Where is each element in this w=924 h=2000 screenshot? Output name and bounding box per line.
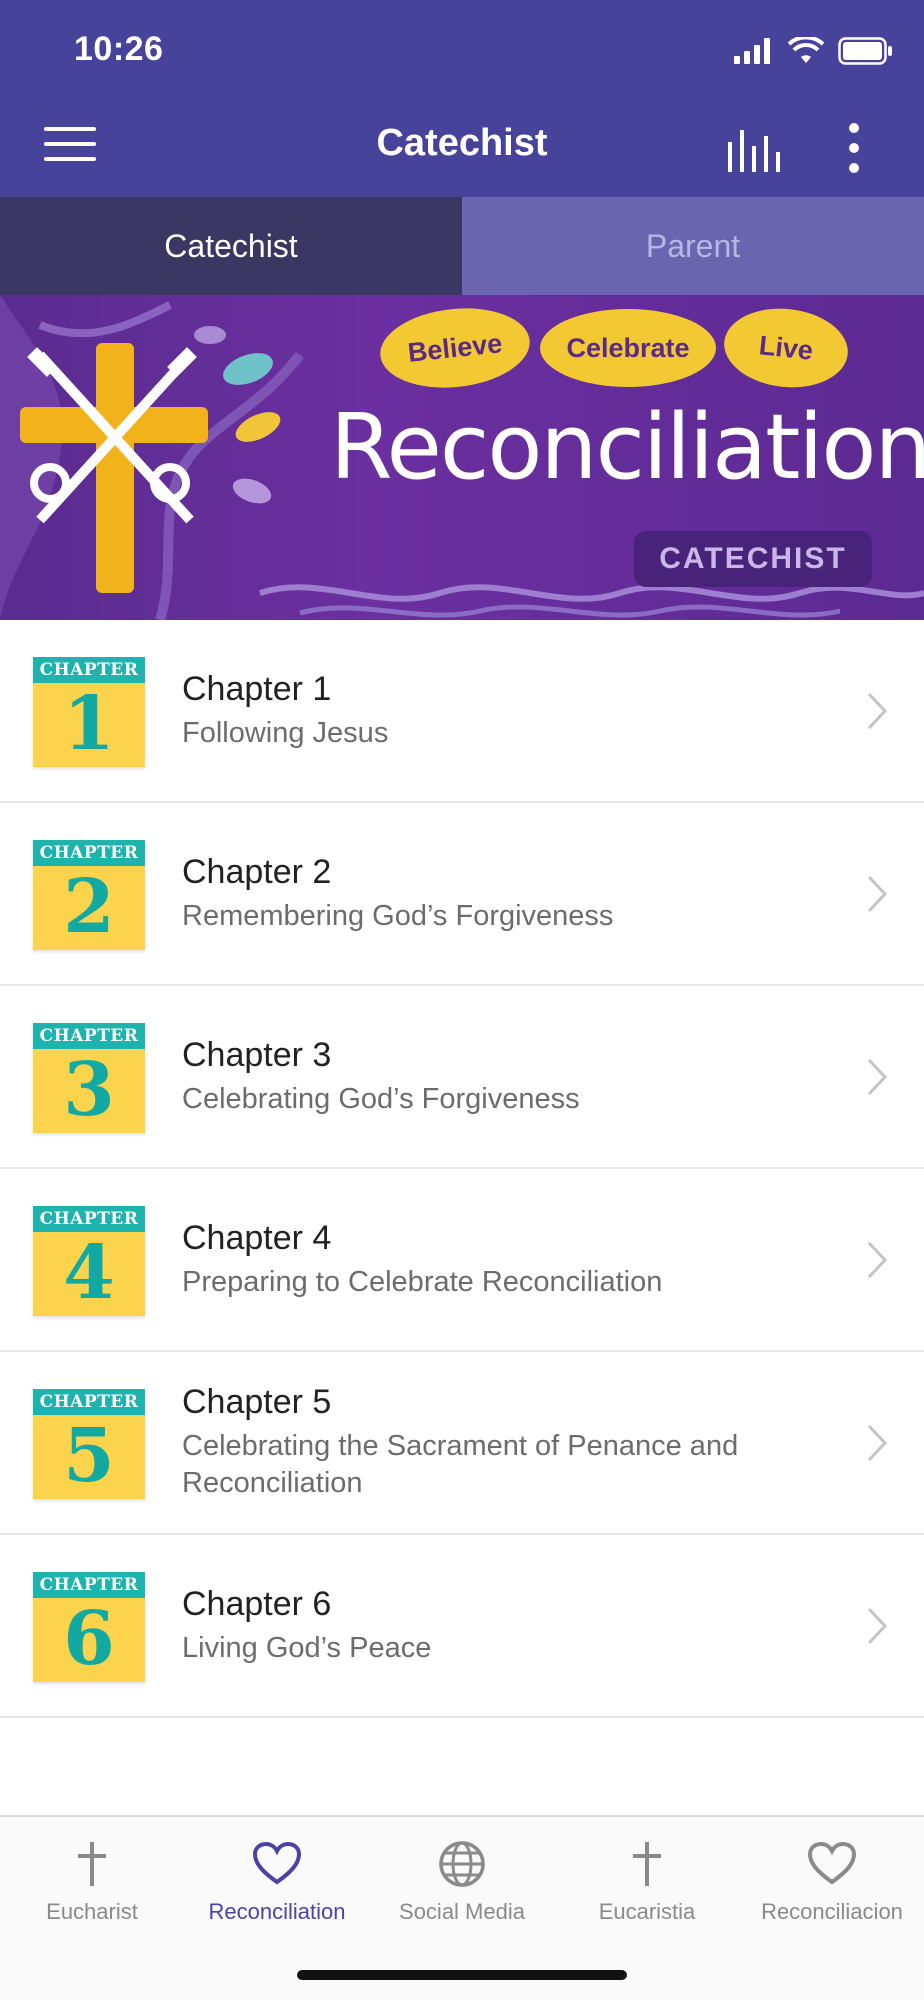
chevron-right-icon: [867, 875, 888, 912]
nav-label: Social Media: [399, 1899, 525, 1924]
nav-label: Eucaristia: [598, 1899, 696, 1924]
chapter-badge-label: CHAPTER: [33, 1389, 145, 1415]
cross-icon: [78, 1842, 106, 1886]
status-time: 10:26: [74, 30, 164, 68]
chevron-right-icon: [867, 1424, 888, 1461]
reconciliation-banner: Believe Celebrate Live Reconciliation CA…: [0, 295, 924, 620]
chapter-number: 5: [63, 1413, 115, 1499]
chevron-right-icon: [867, 1058, 888, 1095]
nav-eucharist[interactable]: Eucharist: [0, 1835, 184, 1925]
chapter-number: 4: [63, 1230, 115, 1316]
nav-eucaristia[interactable]: Eucaristia: [555, 1835, 739, 1925]
chapter-2-icon: CHAPTER 2: [33, 840, 145, 950]
believe-leaf: Believe: [376, 301, 534, 395]
chevron-right-icon: [867, 1241, 888, 1278]
wifi-icon: [788, 37, 824, 63]
chapter-number: 3: [63, 1047, 115, 1133]
nav-reconciliation[interactable]: Reconciliation: [185, 1835, 369, 1925]
chapter-row[interactable]: CHAPTER 2 Chapter 2 Remembering God’s Fo…: [0, 803, 924, 986]
chapter-title: Chapter 2: [182, 852, 332, 891]
chapter-number: 6: [63, 1596, 115, 1682]
live-leaf: Live: [720, 302, 852, 394]
app-header: 10:26 Catechist: [0, 0, 924, 197]
status-icons: [734, 36, 894, 66]
nav-reconciliacion[interactable]: Reconciliacion: [740, 1835, 924, 1925]
chapter-list: CHAPTER 1 Chapter 1 Following Jesus CHAP…: [0, 620, 924, 1718]
chapter-subtitle: Celebrating the Sacrament of Penance and…: [182, 1430, 739, 1499]
chapter-subtitle: Celebrating God’s Forgiveness: [182, 1082, 580, 1115]
tab-catechist[interactable]: Catechist: [0, 197, 462, 295]
chapter-row[interactable]: CHAPTER 5 Chapter 5 Celebrating the Sacr…: [0, 1352, 924, 1535]
home-indicator[interactable]: [297, 1970, 627, 1980]
chapter-row[interactable]: CHAPTER 6 Chapter 6 Living God’s Peace: [0, 1535, 924, 1718]
chapter-badge-label: CHAPTER: [33, 1206, 145, 1232]
chapter-5-icon: CHAPTER 5: [33, 1389, 145, 1499]
chapter-number: 1: [63, 681, 115, 767]
chapter-title: Chapter 5: [182, 1383, 332, 1421]
chapter-title: Chapter 6: [182, 1584, 332, 1623]
chevron-right-icon: [867, 692, 888, 729]
nav-label: Eucharist: [46, 1899, 138, 1924]
signal-icon: [734, 38, 770, 64]
battery-icon: [838, 37, 892, 65]
globe-icon: [439, 1841, 485, 1887]
nav-social-media[interactable]: Social Media: [370, 1835, 554, 1925]
chapter-row[interactable]: CHAPTER 3 Chapter 3 Celebrating God’s Fo…: [0, 986, 924, 1169]
role-tabs: Catechist Parent: [0, 197, 924, 295]
cross-icon: [633, 1842, 661, 1886]
chapter-row[interactable]: CHAPTER 1 Chapter 1 Following Jesus: [0, 620, 924, 803]
chapter-subtitle: Remembering God’s Forgiveness: [182, 899, 614, 932]
chapter-1-icon: CHAPTER 1: [33, 657, 145, 767]
chapter-subtitle: Following Jesus: [182, 716, 389, 749]
chapter-row[interactable]: CHAPTER 4 Chapter 4 Preparing to Celebra…: [0, 1169, 924, 1352]
chapter-title: Chapter 4: [182, 1218, 332, 1257]
chapter-4-icon: CHAPTER 4: [33, 1206, 145, 1316]
chapter-subtitle: Living God’s Peace: [182, 1631, 432, 1664]
catechist-badge: CATECHIST: [634, 531, 872, 587]
page-title: Catechist: [376, 122, 548, 164]
chapter-badge-label: CHAPTER: [33, 1023, 145, 1049]
chapter-badge-label: CHAPTER: [33, 657, 145, 683]
banner-title: Reconciliation: [330, 395, 924, 500]
heart-icon: [807, 1842, 857, 1885]
tab-parent[interactable]: Parent: [462, 197, 924, 295]
chapter-6-icon: CHAPTER 6: [33, 1572, 145, 1682]
chapter-subtitle: Preparing to Celebrate Reconciliation: [182, 1265, 663, 1298]
chapter-badge-label: CHAPTER: [33, 840, 145, 866]
chapter-number: 2: [63, 864, 115, 950]
heart-icon: [252, 1842, 302, 1885]
celebrate-leaf: Celebrate: [540, 309, 716, 387]
more-options-icon[interactable]: [836, 122, 872, 174]
chapter-title: Chapter 1: [182, 669, 332, 708]
chapter-3-icon: CHAPTER 3: [33, 1023, 145, 1133]
chapter-title: Chapter 3: [182, 1035, 332, 1074]
nav-label: Reconciliacion: [761, 1899, 903, 1924]
stats-icon[interactable]: [726, 128, 782, 172]
nav-label: Reconciliation: [208, 1899, 346, 1924]
chapter-badge-label: CHAPTER: [33, 1572, 145, 1598]
chevron-right-icon: [867, 1607, 888, 1644]
